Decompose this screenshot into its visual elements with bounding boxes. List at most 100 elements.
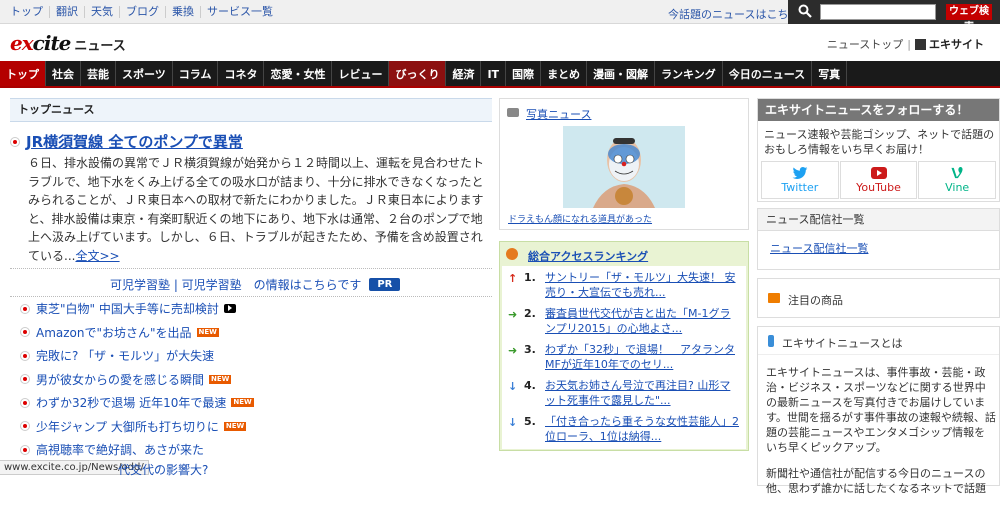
logo-news: ニュース: [74, 39, 126, 54]
trending-news-link[interactable]: 今話題のニュースはこちら: [668, 6, 799, 22]
nav-koneta[interactable]: コネタ: [218, 61, 265, 86]
ranking-item: ➜ 3. わずか「32秒」で退場！ アタランタMFが近年10年でのセリ...: [502, 340, 746, 376]
news-link[interactable]: Amazonで"お坊さん"を出品: [36, 324, 192, 341]
search-icon[interactable]: [798, 4, 812, 18]
ranking-item: ↑ 1. サントリー「ザ・モルツ」大失速！ 安売り・大宣伝でも売れ...: [502, 268, 746, 304]
news-list: 東芝"白物" 中国大手等に売却検討 Amazonで"お坊さん"を出品 NEW 完敗…: [10, 296, 492, 462]
news-link[interactable]: わずか32秒で退場 近年10年で最速: [36, 394, 226, 411]
nav-matome[interactable]: まとめ: [541, 61, 588, 86]
rank-number: 5.: [524, 415, 536, 428]
divider: [10, 268, 492, 269]
access-ranking: 総合アクセスランキング ↑ 1. サントリー「ザ・モルツ」大失速！ 安売り・大宣…: [499, 241, 749, 451]
rank-stay-icon: ➜: [508, 344, 518, 357]
photo-news-title[interactable]: 写真ニュース: [526, 106, 591, 122]
pr-ad-link[interactable]: 可児学習塾 | 可児学習塾 の情報はこちらです: [110, 276, 361, 293]
pr-badge: PR: [369, 278, 401, 291]
logo-x: x: [21, 31, 34, 55]
bullet-icon: [10, 136, 20, 147]
ranking-link[interactable]: 「付き合ったら重そうな女性芸能人」2位ローラ、1位は納得...: [545, 414, 741, 444]
photo-news-image[interactable]: [563, 126, 685, 208]
top-link-blog[interactable]: ブログ: [120, 6, 166, 18]
twitter-icon: [792, 166, 808, 179]
ranking-list: ↑ 1. サントリー「ザ・モルツ」大失速！ 安売り・大宣伝でも売れ... ➜ 2…: [502, 266, 746, 449]
youtube-button[interactable]: YouTube: [839, 161, 918, 199]
distributors-title: ニュース配信社一覧: [758, 209, 999, 231]
nav-it[interactable]: IT: [481, 61, 507, 86]
nav-ranking[interactable]: ランキング: [655, 61, 723, 86]
cart-icon: [768, 293, 780, 303]
top-link-translate[interactable]: 翻訳: [50, 6, 85, 18]
category-nav: トップ 社会 芸能 スポーツ コラム コネタ 恋愛・女性 レビュー びっくり 経…: [0, 61, 1000, 88]
pr-ad: 可児学習塾 | 可児学習塾 の情報はこちらです PR: [110, 276, 401, 293]
news-link[interactable]: 代交代の影響大?: [118, 461, 208, 478]
news-link[interactable]: 完敗に? 「ザ・モルツ」が大失速: [36, 347, 214, 364]
bullet-icon: [20, 374, 30, 385]
news-link[interactable]: 東芝"白物" 中国大手等に売却検討: [36, 300, 219, 317]
nav-top[interactable]: トップ: [0, 61, 46, 86]
bullet-icon: [20, 350, 30, 361]
top-link-top[interactable]: トップ: [4, 6, 50, 18]
news-link[interactable]: 男が彼女からの愛を感じる瞬間: [36, 371, 204, 388]
nav-bikkuri[interactable]: びっくり: [389, 61, 447, 86]
twitter-button[interactable]: Twitter: [761, 161, 839, 199]
nav-today[interactable]: 今日のニュース: [723, 61, 813, 86]
vine-icon: [951, 166, 963, 178]
header-links: ニューストップ | エキサイト: [826, 36, 984, 52]
top-link-services[interactable]: サービス一覧: [201, 6, 279, 18]
camera-icon: [507, 108, 519, 117]
top-link-weather[interactable]: 天気: [85, 6, 120, 18]
news-link[interactable]: 少年ジャンプ 大御所も打ち切りに: [36, 418, 219, 435]
top-link-transit[interactable]: 乗換: [166, 6, 201, 18]
ranking-title[interactable]: 総合アクセスランキング: [528, 248, 648, 264]
top-bar: トップ 翻訳 天気 ブログ 乗換 サービス一覧 今話題のニュースはこちら ウェブ…: [0, 0, 1000, 33]
follow-title: エキサイトニュースをフォローする！: [758, 99, 999, 121]
ranking-link[interactable]: わずか「32秒」で退場！ アタランタMFが近年10年でのセリ...: [545, 342, 741, 372]
photo-news: 写真ニュース ドラえもん顔になれる道具があった: [499, 98, 749, 230]
vine-label: Vine: [945, 180, 970, 194]
nav-economy[interactable]: 経済: [446, 61, 482, 86]
nav-love-women[interactable]: 恋愛・女性: [264, 61, 333, 86]
nav-sports[interactable]: スポーツ: [116, 61, 173, 86]
new-badge: NEW: [209, 374, 232, 384]
social-links: Twitter YouTube Vine: [761, 161, 997, 199]
excite-home-link[interactable]: エキサイト: [929, 36, 984, 52]
nav-manga[interactable]: 漫画・図解: [587, 61, 656, 86]
vine-button[interactable]: Vine: [918, 161, 997, 199]
home-icon: [915, 38, 926, 50]
ranking-item: ↓ 5. 「付き合ったら重そうな女性芸能人」2位ローラ、1位は納得...: [502, 412, 746, 448]
list-item: 東芝"白物" 中国大手等に売却検討: [10, 297, 492, 321]
bullet-icon: [20, 397, 30, 408]
logo-excite: excite: [10, 31, 71, 55]
excite-news-logo[interactable]: excite ニュース: [10, 31, 126, 55]
headline-summary: ６日、排水設備の異常でＪＲ横須賀線が始発から１２時間以上、運転を見合わせたトラブ…: [28, 156, 485, 263]
list-item: 完敗に? 「ザ・モルツ」が大失速: [10, 344, 492, 368]
right-column: エキサイトニュースをフォローする！ ニュース速報や芸能ゴシップ、ネットで話題のお…: [757, 98, 1000, 495]
nav-international[interactable]: 国際: [506, 61, 542, 86]
rank-number: 1.: [524, 271, 536, 284]
news-top-link[interactable]: ニューストップ: [827, 36, 903, 52]
bullet-icon: [20, 303, 30, 314]
bullet-icon: [20, 444, 30, 455]
rank-down-icon: ↓: [508, 416, 518, 429]
ranking-item: ➜ 2. 審査員世代交代が吉と出た「M-1グランプリ2015」の心地よさ...: [502, 304, 746, 340]
ranking-link[interactable]: 審査員世代交代が吉と出た「M-1グランプリ2015」の心地よさ...: [545, 306, 741, 336]
ranking-icon: [506, 248, 518, 260]
photo-news-caption[interactable]: ドラえもん顔になれる道具があった: [508, 212, 652, 225]
top-news-heading: トップニュース: [10, 98, 492, 122]
nav-photo[interactable]: 写真: [812, 61, 848, 86]
ranking-link[interactable]: お天気お姉さん号泣で再注目? 山形マット死事件で露見した"...: [545, 378, 741, 408]
news-link[interactable]: 高視聴率で絶好調、あさが来た: [36, 441, 204, 458]
ranking-link[interactable]: サントリー「ザ・モルツ」大失速！ 安売り・大宣伝でも売れ...: [545, 270, 741, 300]
web-search-button[interactable]: ウェブ検索: [946, 4, 992, 33]
video-icon: [223, 304, 236, 314]
nav-column[interactable]: コラム: [173, 61, 219, 86]
list-item: わずか32秒で退場 近年10年で最速 NEW: [10, 391, 492, 415]
nav-entertainment[interactable]: 芸能: [81, 61, 116, 86]
search-input[interactable]: [820, 4, 936, 20]
nav-society[interactable]: 社会: [46, 61, 81, 86]
read-more-link[interactable]: 全文>>: [75, 249, 119, 263]
nav-review[interactable]: レビュー: [332, 61, 390, 86]
headline-link[interactable]: JR横須賀線 全てのポンプで異常: [26, 131, 243, 152]
distributors-link[interactable]: ニュース配信社一覧: [770, 240, 868, 256]
new-badge: NEW: [196, 327, 219, 337]
